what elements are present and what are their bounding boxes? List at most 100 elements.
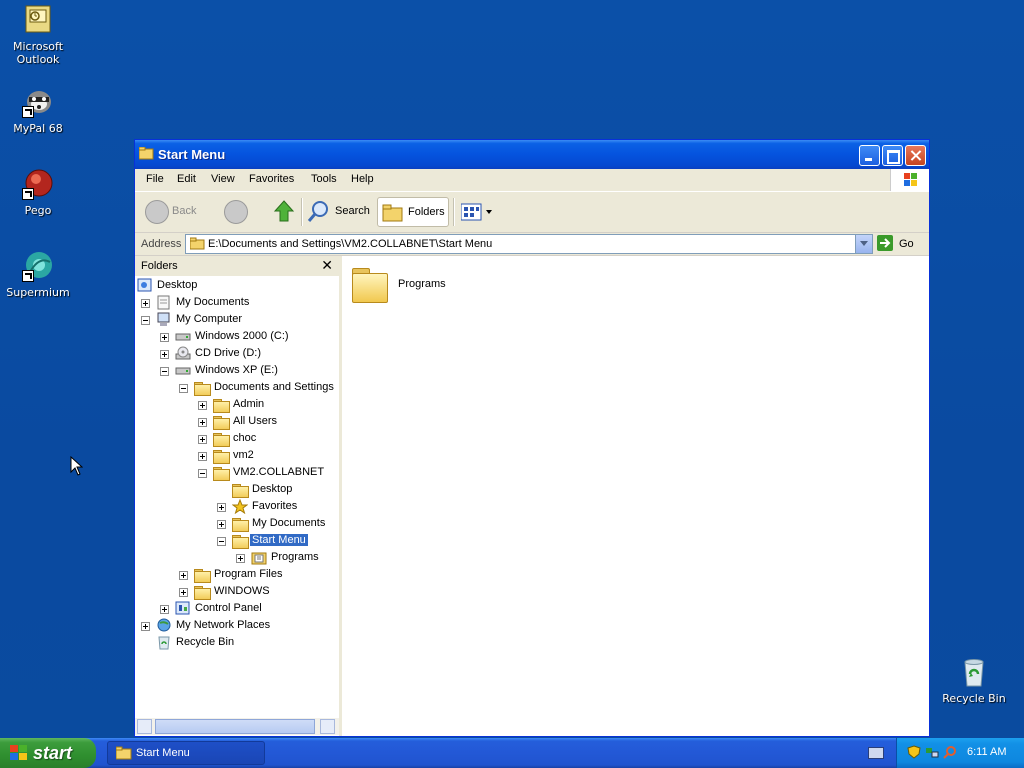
menu-bar: File Edit View Favorites Tools Help (135, 169, 929, 192)
expand-icon[interactable] (198, 452, 207, 461)
network-icon[interactable] (925, 745, 939, 759)
expand-icon[interactable] (141, 299, 150, 308)
expand-icon[interactable] (141, 622, 150, 631)
up-arrow-icon (273, 199, 295, 226)
menu-tools[interactable]: Tools (311, 173, 337, 185)
desktop-icon-pego[interactable]: Pego (0, 168, 76, 217)
expand-icon[interactable] (198, 435, 207, 444)
shortcut-arrow-icon (22, 106, 34, 118)
menu-file[interactable]: File (146, 173, 164, 185)
explorer-window: Start Menu File Edit View Favorites Tool… (134, 139, 930, 737)
expand-icon[interactable] (160, 333, 169, 342)
expand-icon[interactable] (236, 554, 245, 563)
computer-icon (156, 312, 172, 327)
folders-button[interactable]: Folders (377, 197, 449, 227)
folder-icon (213, 465, 230, 481)
collapse-icon[interactable] (141, 316, 150, 325)
desktop-icon-recycle-bin[interactable]: Recycle Bin (936, 656, 1012, 705)
address-value: E:\Documents and Settings\VM2.COLLABNET\… (208, 238, 493, 250)
my-documents-icon (156, 295, 172, 310)
folder-icon (232, 516, 249, 532)
toolbar-separator (453, 198, 455, 226)
go-button[interactable]: Go (877, 235, 927, 253)
recycle-bin-icon (958, 656, 990, 688)
desktop-icon-label: Recycle Bin (942, 692, 1006, 705)
folder-icon (213, 397, 230, 413)
search-icon (307, 199, 331, 226)
folders-pane-header: Folders ✕ (135, 256, 339, 276)
menu-help[interactable]: Help (351, 173, 374, 185)
desktop-icon-mypal[interactable]: MyPal 68 (0, 86, 76, 135)
outlook-icon (22, 4, 54, 36)
desktop-icon-label: Microsoft Outlook (12, 40, 64, 66)
horizontal-scrollbar[interactable] (135, 718, 339, 735)
desktop-icon-label: Supermium (6, 286, 70, 299)
collapse-icon[interactable] (198, 469, 207, 478)
content-pane: Programs (342, 256, 929, 736)
maximize-button[interactable] (882, 145, 903, 166)
expand-icon[interactable] (179, 588, 188, 597)
desktop-icon-label: Pego (24, 204, 52, 217)
expand-icon[interactable] (179, 571, 188, 580)
address-label: Address (141, 238, 182, 250)
recycle-bin-icon (156, 635, 172, 650)
folders-pane-title: Folders (141, 260, 178, 272)
security-shield-icon[interactable] (907, 745, 921, 759)
expand-icon[interactable] (198, 401, 207, 410)
address-dropdown-button[interactable] (855, 235, 872, 253)
network-globe-icon (156, 618, 172, 633)
folder-icon (213, 448, 230, 464)
expand-icon[interactable] (160, 605, 169, 614)
content-item-programs[interactable]: Programs (342, 256, 462, 306)
menu-view[interactable]: View (211, 173, 235, 185)
views-icon (460, 203, 493, 224)
close-button[interactable] (905, 145, 926, 166)
minimize-button[interactable] (859, 145, 880, 166)
taskbar-item-start-menu[interactable]: Start Menu (107, 741, 265, 765)
address-input[interactable]: E:\Documents and Settings\VM2.COLLABNET\… (185, 234, 873, 254)
collapse-icon[interactable] (179, 384, 188, 393)
go-arrow-icon (877, 235, 893, 251)
expand-icon[interactable] (217, 520, 226, 529)
folder-icon (194, 584, 211, 600)
back-button[interactable]: Back (143, 197, 213, 227)
control-panel-icon (175, 601, 191, 616)
expand-icon[interactable] (198, 418, 207, 427)
menu-edit[interactable]: Edit (177, 173, 196, 185)
expand-icon[interactable] (160, 350, 169, 359)
folder-icon (194, 380, 211, 396)
folder-window-icon (138, 146, 154, 160)
address-bar: Address E:\Documents and Settings\VM2.CO… (135, 233, 929, 256)
folder-icon (189, 237, 205, 253)
folders-icon (382, 204, 404, 225)
search-tray-icon[interactable] (943, 745, 957, 759)
keyboard-icon[interactable] (868, 747, 884, 759)
search-button[interactable]: Search (307, 197, 371, 227)
toolbar-separator (301, 198, 303, 226)
taskbar: start Start Menu 6:11 AM (0, 738, 1024, 768)
clock[interactable]: 6:11 AM (967, 746, 1007, 758)
start-button[interactable]: start (0, 738, 96, 768)
views-button[interactable] (459, 197, 495, 227)
folder-icon (194, 567, 211, 583)
desktop-icon (137, 278, 153, 293)
scroll-right-button[interactable] (320, 719, 335, 734)
back-arrow-icon (145, 200, 169, 224)
scroll-left-button[interactable] (137, 719, 152, 734)
open-folder-icon (232, 533, 249, 549)
shortcut-arrow-icon (22, 270, 34, 282)
collapse-icon[interactable] (217, 537, 226, 546)
title-bar[interactable]: Start Menu (135, 140, 929, 169)
close-pane-icon[interactable]: ✕ (321, 258, 333, 274)
up-folder-button[interactable] (271, 197, 297, 227)
expand-icon[interactable] (217, 503, 226, 512)
desktop-icon-label: MyPal 68 (13, 122, 63, 135)
desktop-icon-supermium[interactable]: Supermium (0, 250, 76, 299)
raccoon-icon (22, 86, 54, 118)
forward-button[interactable] (223, 197, 263, 227)
folder-icon (232, 482, 249, 498)
menu-favorites[interactable]: Favorites (249, 173, 294, 185)
collapse-icon[interactable] (160, 367, 169, 376)
desktop-icon-outlook[interactable]: Microsoft Outlook (0, 4, 76, 66)
scrollbar-thumb[interactable] (155, 719, 315, 734)
